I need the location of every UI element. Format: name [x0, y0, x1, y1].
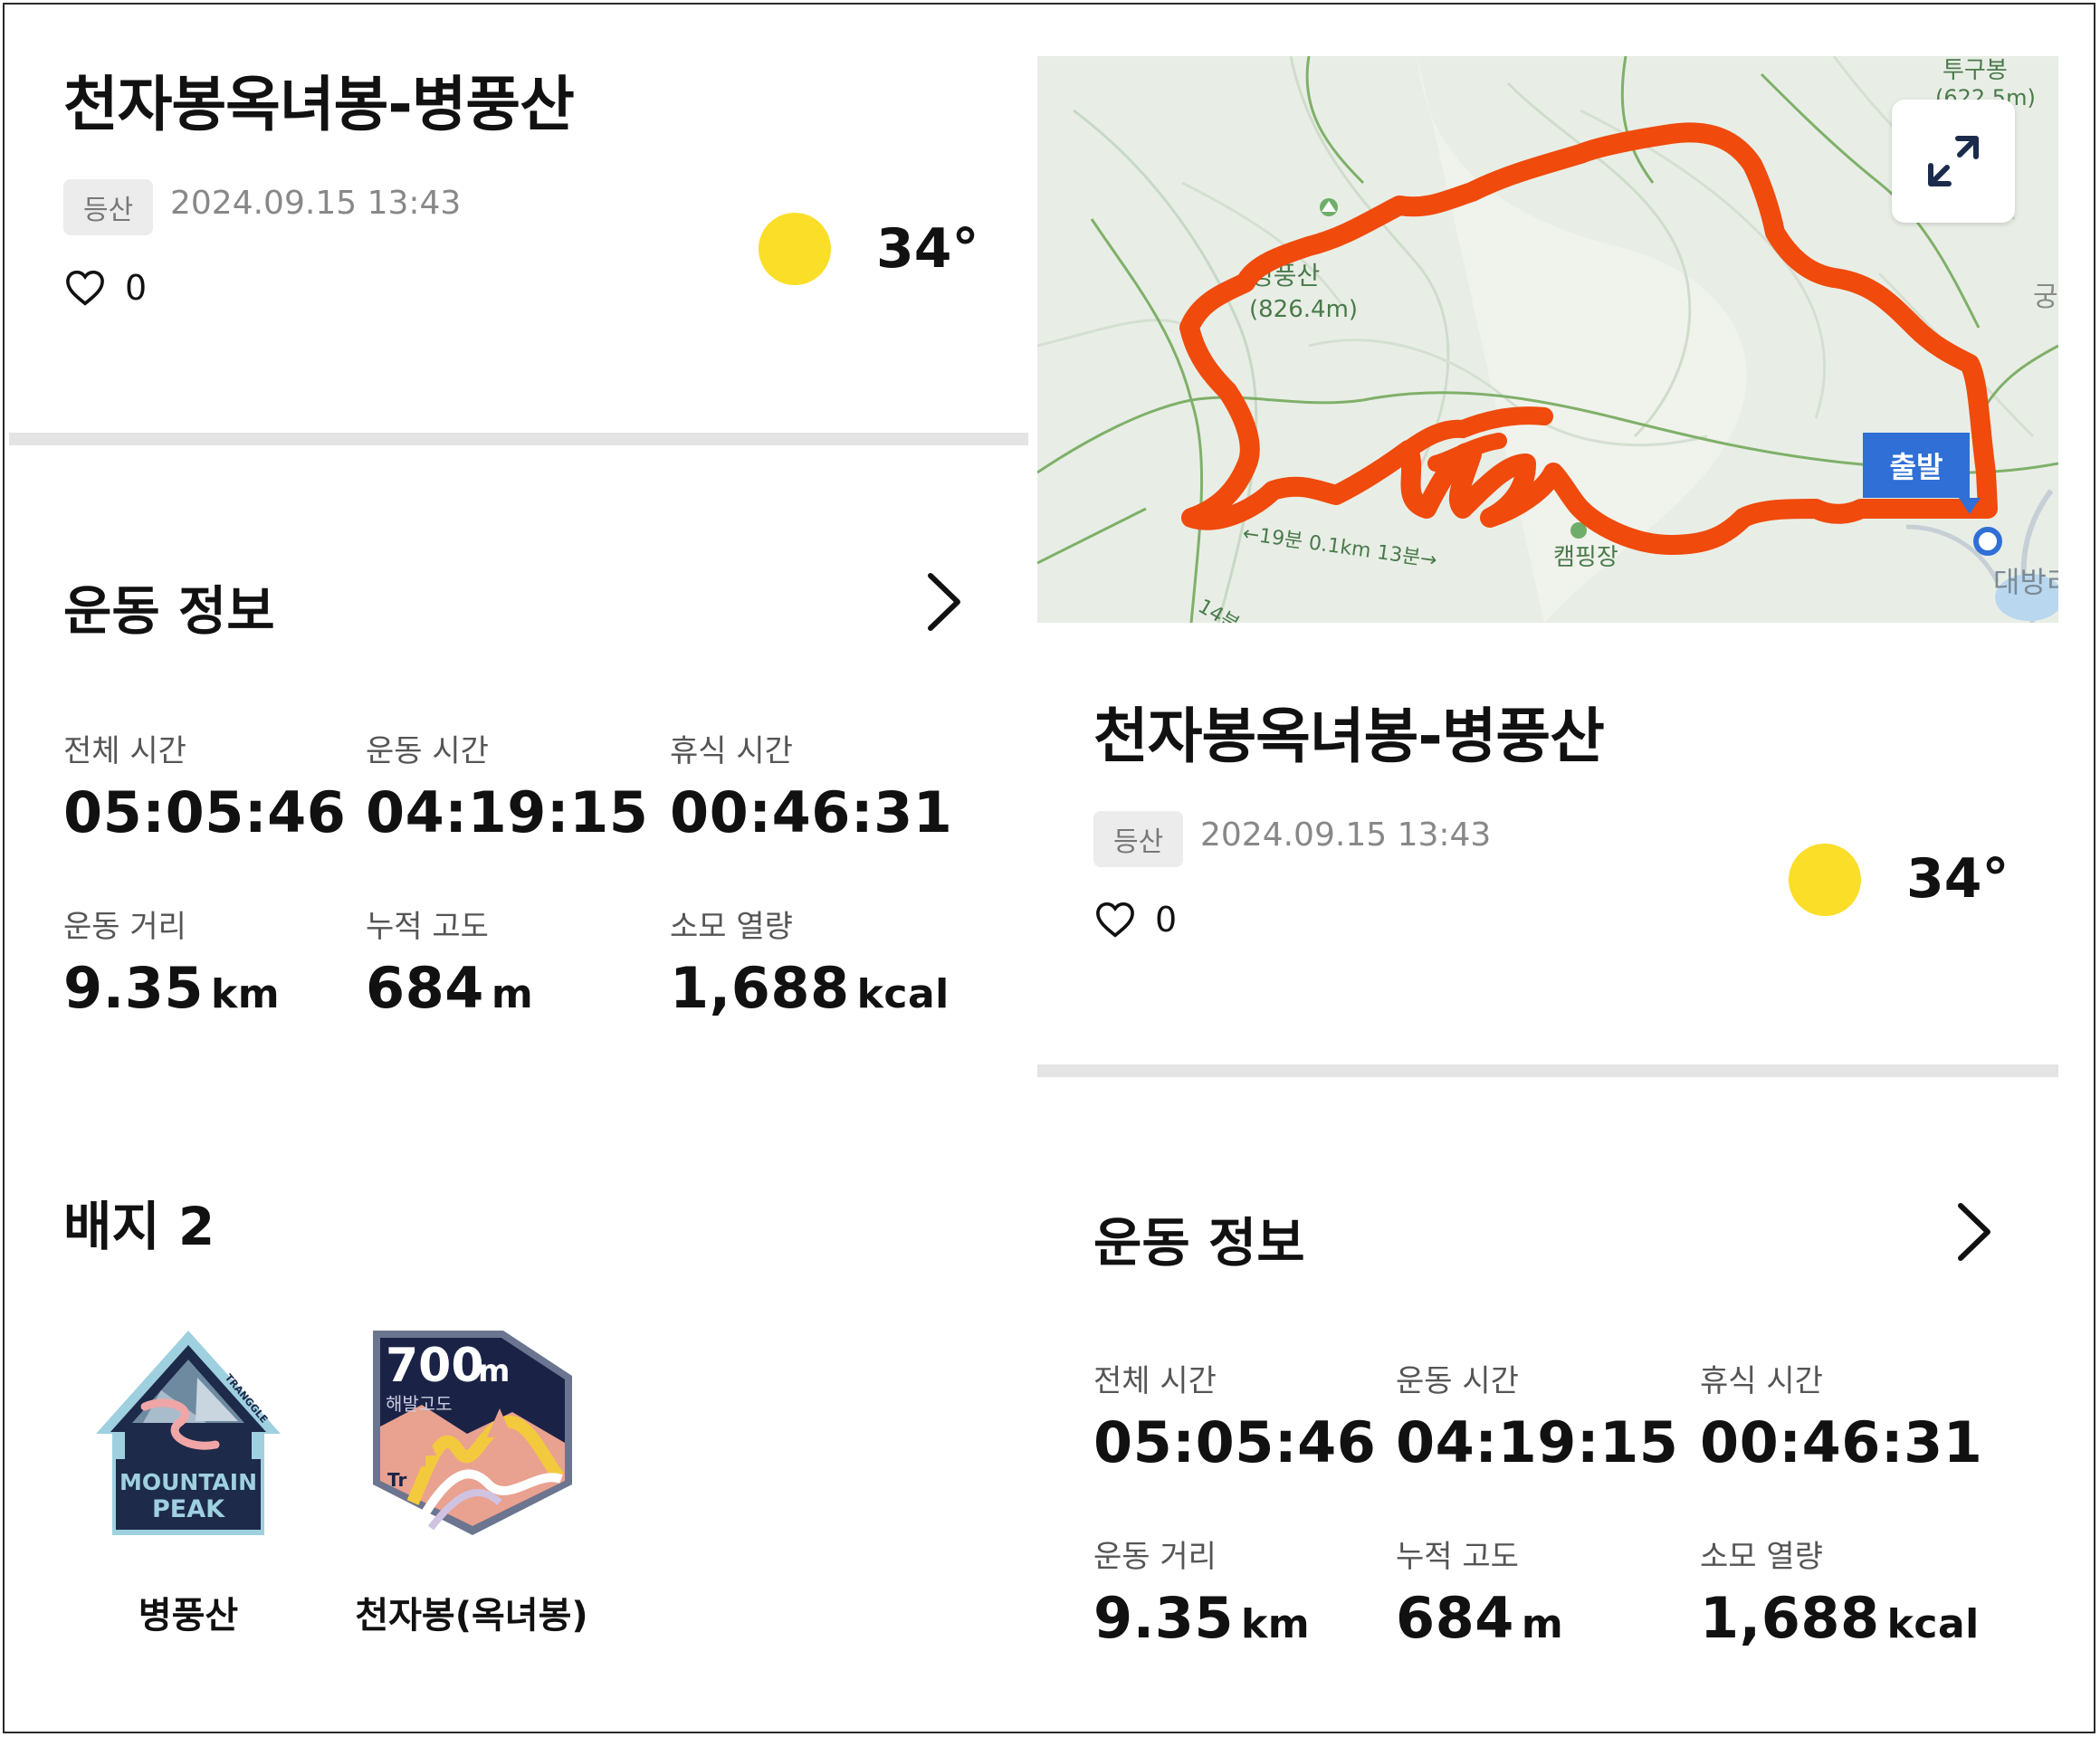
svg-text:Tr: Tr	[387, 1469, 406, 1491]
route-map[interactable]: 병풍산 (826.4m) 투구봉 (622.5m) ←19분 0.1km 13분…	[1037, 56, 2058, 623]
stat-rest-time: 휴식 시간 00:46:31	[670, 726, 952, 845]
badges-title: 배지 2	[63, 1196, 215, 1257]
stat-unit: m	[491, 971, 534, 1017]
like-button[interactable]: 0	[65, 268, 147, 308]
map-label-village: 대방리	[1993, 565, 2058, 599]
like-count: 0	[125, 268, 148, 308]
start-point-icon	[1973, 527, 2002, 556]
map-label-top-right: 투구봉	[1942, 57, 2008, 84]
stat-elevation: 누적 고도 684 m	[1396, 1532, 1563, 1651]
elevation-700m-badge-icon[interactable]: 700 m 해발고도 Tr	[368, 1325, 578, 1539]
stat-label: 휴식 시간	[1700, 1363, 1823, 1399]
workout-info-title: 운동 정보	[1093, 1212, 1305, 1274]
chevron-right-icon[interactable]	[1953, 1202, 1993, 1262]
stat-label: 전체 시간	[1093, 1363, 1217, 1399]
stat-calories: 소모 열량 1,688 kcal	[1700, 1532, 1980, 1651]
stat-value: 1,688	[670, 955, 850, 1021]
start-marker-label: 출발	[1863, 433, 1970, 498]
activity-tag: 등산	[63, 179, 154, 235]
map-label-peak-elevation: (826.4m)	[1249, 296, 1358, 323]
activity-title: 천자봉옥녀봉-병풍산	[1093, 701, 1605, 771]
expand-map-button[interactable]	[1892, 100, 2015, 223]
stat-unit: kcal	[1886, 1601, 1980, 1647]
section-divider	[9, 433, 1028, 445]
heart-icon	[66, 270, 104, 306]
stat-calories: 소모 열량 1,688 kcal	[670, 902, 950, 1021]
stat-unit: m	[1521, 1601, 1564, 1647]
stat-label: 전체 시간	[63, 733, 186, 769]
like-count: 0	[1155, 900, 1178, 940]
mountain-peak-badge-icon[interactable]: MOUNTAIN PEAK TRANGGLE	[89, 1323, 288, 1541]
stat-rest-time: 휴식 시간 00:46:31	[1700, 1356, 1982, 1475]
stat-value: 00:46:31	[1700, 1409, 1983, 1475]
sun-icon	[1789, 844, 1861, 916]
stat-value: 684	[366, 955, 484, 1021]
like-button[interactable]: 0	[1095, 900, 1177, 940]
stat-label: 소모 열량	[670, 909, 793, 945]
temperature: 34°	[876, 217, 979, 281]
expand-icon	[1928, 136, 1979, 186]
stat-value: 05:05:46	[1093, 1409, 1377, 1475]
stat-moving-time: 운동 시간 04:19:15	[1396, 1356, 1678, 1475]
stat-value: 9.35	[63, 955, 204, 1021]
stat-unit: km	[1240, 1601, 1311, 1647]
stat-label: 누적 고도	[366, 909, 489, 945]
stat-elevation: 누적 고도 684 m	[366, 902, 533, 1021]
stat-label: 운동 시간	[366, 733, 489, 769]
stat-moving-time: 운동 시간 04:19:15	[366, 726, 648, 845]
badge-text: MOUNTAIN	[119, 1469, 257, 1495]
stat-total-time: 전체 시간 05:05:46	[63, 726, 346, 845]
sun-icon	[759, 213, 831, 285]
stat-label: 휴식 시간	[670, 733, 793, 769]
stat-value: 9.35	[1093, 1585, 1234, 1651]
stat-label: 운동 시간	[1396, 1363, 1519, 1399]
badge-text: 700	[386, 1339, 484, 1393]
stat-value: 1,688	[1700, 1585, 1880, 1651]
stat-unit: km	[210, 971, 281, 1017]
workout-info-title: 운동 정보	[63, 580, 275, 642]
stat-distance: 운동 거리 9.35 km	[1093, 1532, 1310, 1651]
activity-datetime: 2024.09.15 13:43	[1200, 816, 1492, 854]
heart-icon	[1096, 902, 1134, 938]
temperature: 34°	[1906, 847, 2009, 911]
stat-total-time: 전체 시간 05:05:46	[1093, 1356, 1376, 1475]
badge-text: PEAK	[152, 1495, 225, 1523]
map-label-camping: 캠핑장	[1553, 544, 1618, 571]
activity-title: 천자봉옥녀봉-병풍산	[63, 70, 575, 139]
stat-label: 운동 거리	[63, 909, 186, 945]
stat-value: 04:19:15	[1396, 1409, 1679, 1475]
stat-label: 운동 거리	[1093, 1539, 1217, 1575]
stat-distance: 운동 거리 9.35 km	[63, 902, 280, 1021]
stat-value: 05:05:46	[63, 779, 347, 845]
stat-value: 04:19:15	[366, 779, 649, 845]
chevron-right-icon[interactable]	[923, 572, 963, 632]
map-label-edge: 궁	[2033, 282, 2058, 313]
badge-text: m	[478, 1353, 510, 1389]
stat-value: 684	[1396, 1585, 1514, 1651]
stat-label: 누적 고도	[1396, 1539, 1519, 1575]
badge-text: 해발고도	[386, 1393, 453, 1415]
activity-datetime: 2024.09.15 13:43	[170, 185, 462, 222]
badge-name: 천자봉(옥녀봉)	[355, 1595, 588, 1637]
activity-tag: 등산	[1093, 811, 1184, 867]
stat-value: 00:46:31	[670, 779, 953, 845]
section-divider	[1037, 1064, 2058, 1077]
stat-unit: kcal	[856, 971, 950, 1017]
start-marker-pointer-icon	[1959, 498, 1981, 514]
stat-label: 소모 열량	[1700, 1539, 1823, 1575]
